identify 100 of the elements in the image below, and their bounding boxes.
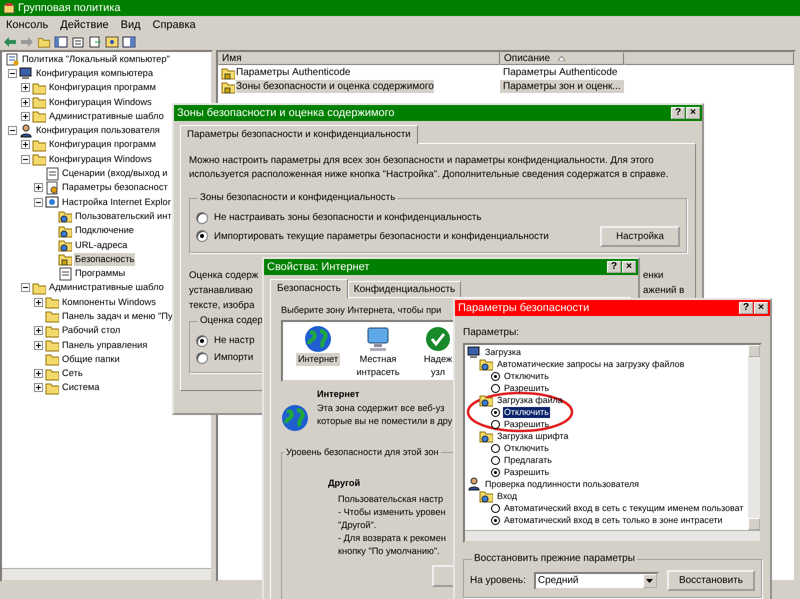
settings-button[interactable]: Настройка [600, 226, 680, 246]
properties-icon[interactable] [71, 36, 85, 48]
radio-button[interactable] [491, 420, 500, 428]
tree-item[interactable]: Программы [74, 267, 126, 280]
folder-lock-icon [221, 66, 235, 80]
close-button[interactable]: × [622, 261, 636, 273]
list-item[interactable]: Параметры Authenticode [236, 66, 350, 79]
tree-item[interactable]: Сценарии (вход/выход и [61, 167, 168, 180]
radio-button[interactable] [196, 212, 208, 224]
setting-label: Загрузка шрифта [496, 430, 570, 442]
option-label[interactable]: Разрешить [503, 382, 550, 394]
expander-icon[interactable] [34, 340, 43, 350]
expander-icon[interactable] [21, 98, 30, 107]
tab[interactable]: Конфиденциальность [348, 281, 462, 297]
tree-item[interactable]: Политика "Локальный компьютер" [21, 52, 171, 66]
scrollbar[interactable] [2, 568, 211, 580]
option-label[interactable]: Автоматический вход в сеть с текущим именем пользоват [503, 502, 744, 514]
radio-button[interactable] [196, 230, 208, 242]
menu-item[interactable]: Справка [148, 18, 200, 32]
tree-item[interactable]: Панель управления [61, 338, 148, 352]
radio-label[interactable]: Не настр [214, 334, 254, 347]
tree-item[interactable]: Настройка Internet Explor [61, 196, 172, 209]
expander-icon[interactable] [21, 154, 30, 164]
option-label[interactable]: Предлагать [503, 454, 553, 466]
tab[interactable]: Параметры безопасности и конфиденциальности [180, 125, 418, 144]
menu-item[interactable]: Действие [56, 18, 113, 32]
panel-icon[interactable] [122, 36, 136, 48]
menu-item[interactable]: Консоль [2, 18, 52, 32]
radio-button[interactable] [491, 516, 500, 524]
scrollbar[interactable] [748, 345, 760, 530]
level-select[interactable]: Средний [534, 572, 659, 590]
tree-item[interactable]: Конфигурация компьютера [35, 66, 154, 80]
radio-button[interactable] [491, 408, 500, 416]
tree-item[interactable]: URL-адреса [74, 238, 128, 252]
tree-item[interactable]: Система [61, 381, 100, 394]
menu-item[interactable]: Вид [116, 18, 145, 32]
option-label[interactable]: Разрешить [503, 466, 550, 478]
help-button[interactable]: ? [607, 261, 621, 273]
expander-icon[interactable] [21, 140, 30, 150]
zone-item[interactable]: Интернет [296, 353, 340, 366]
expander-icon[interactable] [34, 383, 43, 392]
tree-item[interactable]: Параметры безопасност [61, 181, 169, 194]
radio-button[interactable] [491, 372, 500, 380]
back-icon[interactable] [3, 36, 17, 48]
column-header[interactable]: Описание [500, 52, 624, 65]
help-button[interactable]: ? [739, 302, 753, 314]
option-label[interactable]: Отключить [503, 370, 550, 382]
expander-icon[interactable] [21, 112, 30, 121]
option-label[interactable]: Разрешить [503, 418, 550, 430]
radio-button[interactable] [491, 456, 500, 464]
tree-item[interactable]: Сеть [61, 367, 84, 380]
radio-label[interactable]: Импортировать текущие параметры безопасности и конфиденциальности [214, 230, 549, 242]
scrollbar[interactable] [465, 530, 760, 541]
zone-item[interactable]: Надеж узл [422, 353, 454, 379]
help-button[interactable]: ? [671, 107, 685, 119]
zone-item[interactable]: Местная интрасеть [354, 353, 402, 379]
restore-button[interactable]: Восстановить [666, 570, 755, 591]
radio-button[interactable] [196, 352, 208, 364]
tree-item[interactable]: Панель задач и меню "Пу [61, 310, 174, 323]
expander-icon[interactable] [34, 326, 43, 336]
tree-item[interactable]: Административные шабло [48, 110, 165, 123]
tree-item[interactable]: Рабочий стол [61, 324, 122, 338]
expander-icon[interactable] [21, 283, 30, 292]
option-label[interactable]: Автоматический вход в сеть только в зоне интрасети [503, 514, 724, 526]
help-icon[interactable] [105, 36, 119, 48]
tree-item[interactable]: Административные шабло [48, 281, 165, 294]
column-header[interactable] [624, 52, 794, 65]
tree-item[interactable]: Конфигурация программ [48, 81, 157, 94]
expander-icon[interactable] [34, 298, 43, 307]
tab[interactable]: Безопасность [270, 279, 348, 298]
option-label[interactable]: Отключить [503, 442, 550, 454]
radio-label[interactable]: Импорти [214, 351, 254, 364]
expander-icon[interactable] [8, 126, 17, 136]
tree-item[interactable]: Конфигурация пользователя [35, 124, 161, 138]
radio-label[interactable]: Не настраивать зоны безопасности и конфиденциальность [214, 211, 482, 224]
list-item[interactable]: Зоны безопасности и оценка содержимого [236, 80, 434, 93]
radio-button[interactable] [491, 468, 500, 476]
expander-icon[interactable] [34, 183, 43, 192]
option-label[interactable]: Отключить [503, 406, 550, 418]
radio-button[interactable] [491, 444, 500, 452]
radio-button[interactable] [491, 504, 500, 512]
close-button[interactable]: × [686, 107, 700, 119]
tree-item[interactable]: Конфигурация программ [48, 138, 157, 152]
expander-icon[interactable] [34, 198, 43, 207]
tree-item[interactable]: Подключение [74, 224, 135, 238]
expander-icon[interactable] [34, 369, 43, 378]
tree-item[interactable]: Безопасность [74, 252, 136, 266]
tree-item[interactable]: Общие папки [61, 352, 121, 366]
radio-button[interactable] [196, 334, 208, 346]
radio-button[interactable] [491, 384, 500, 392]
tree-item[interactable]: Конфигурация Windows [48, 96, 153, 109]
tree-item[interactable]: Пользовательский инт [74, 210, 173, 223]
panel-icon[interactable] [54, 36, 68, 48]
column-header[interactable]: Имя [218, 52, 500, 65]
close-button[interactable]: × [754, 302, 768, 314]
expander-icon[interactable] [8, 68, 17, 78]
expander-icon[interactable] [21, 83, 30, 92]
export-icon[interactable] [88, 36, 102, 48]
tree-item[interactable]: Конфигурация Windows [48, 152, 153, 166]
tree-item[interactable]: Компоненты Windows [61, 296, 157, 309]
